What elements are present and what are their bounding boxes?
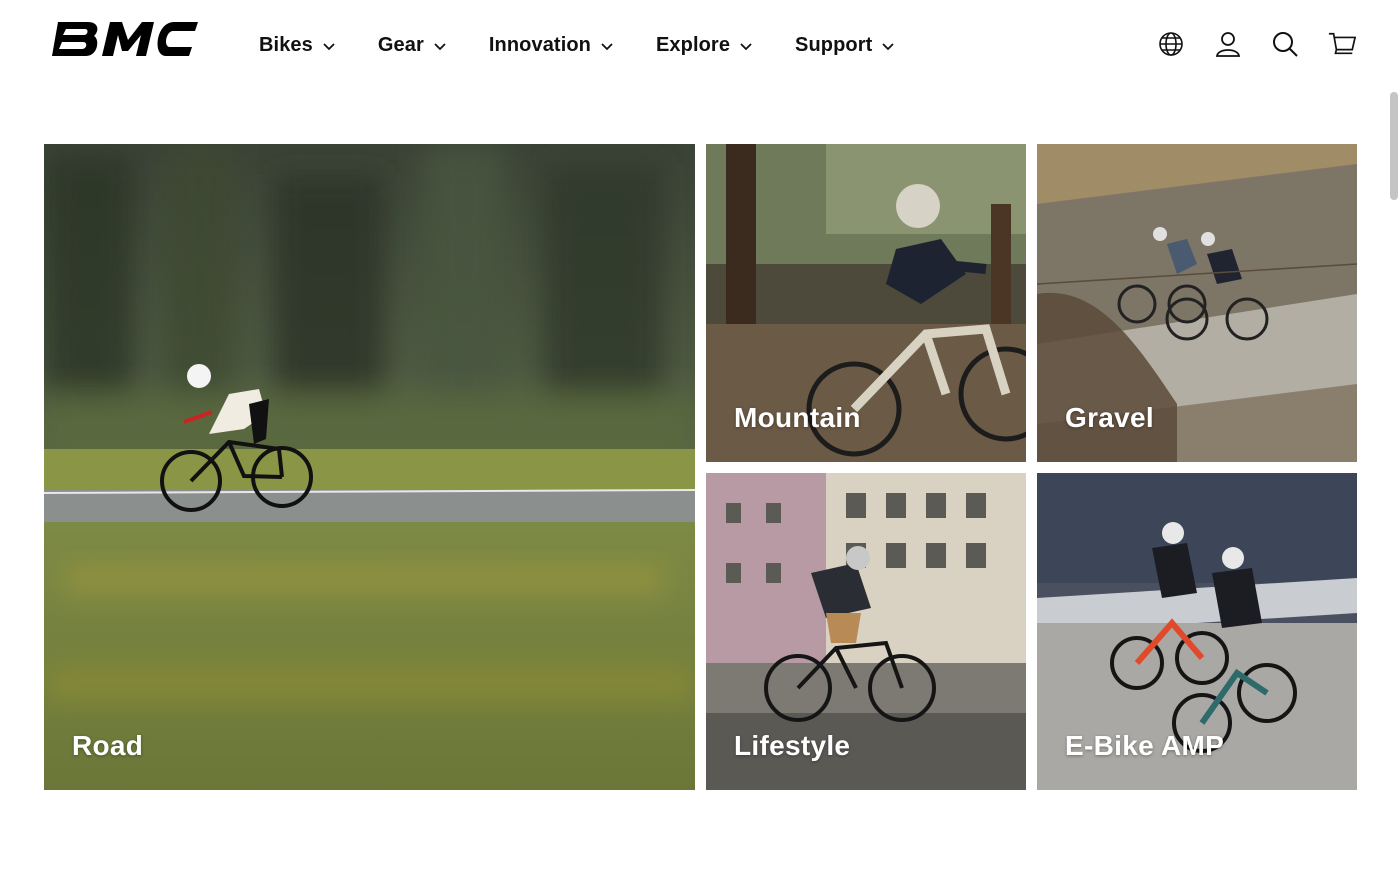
category-tile-road[interactable]: Road [44,144,695,790]
chevron-down-icon [740,43,752,51]
nav-bikes[interactable]: Bikes [259,34,336,57]
search-icon [1273,32,1298,57]
road-cyclist-image [44,144,695,790]
language-button[interactable] [1155,28,1187,60]
chevron-down-icon [434,43,446,51]
nav-innovation-label: Innovation [488,33,591,56]
category-tile-gravel[interactable]: Gravel [1037,144,1357,462]
chevron-down-icon [882,43,895,51]
category-tile-lifestyle[interactable]: Lifestyle [706,473,1026,790]
account-icon [1215,32,1241,57]
search-button[interactable] [1269,28,1301,60]
cart-button[interactable] [1326,28,1358,60]
main-nav: Bikes Gear Innovation Explore Support [259,30,937,60]
account-button[interactable] [1212,28,1244,60]
utility-icons [1130,28,1358,60]
category-tile-ebike-amp[interactable]: E-Bike AMP [1037,473,1357,790]
nav-innovation[interactable]: Innovation [489,34,614,57]
nav-bikes-label: Bikes [259,33,313,56]
page-scrollbar[interactable] [1390,92,1398,200]
category-label-road: Road [72,730,144,761]
chevron-down-icon [601,43,613,51]
nav-support-label: Support [795,33,873,56]
site-header: Bikes Gear Innovation Explore Support [0,0,1400,90]
nav-explore[interactable]: Explore [656,34,753,57]
nav-explore-label: Explore [655,33,731,56]
globe-icon [1159,32,1183,56]
cart-icon [1328,32,1356,55]
nav-gear-label: Gear [377,33,424,56]
bmc-logo[interactable] [52,18,202,60]
chevron-down-icon [323,43,335,51]
category-label-ebike-amp: E-Bike AMP [1065,730,1225,761]
category-label-lifestyle: Lifestyle [734,730,851,761]
nav-gear[interactable]: Gear [378,34,447,57]
nav-support[interactable]: Support [795,34,895,57]
category-label-mountain: Mountain [734,402,861,433]
category-label-gravel: Gravel [1065,402,1154,433]
category-tile-mountain[interactable]: Mountain [706,144,1026,462]
